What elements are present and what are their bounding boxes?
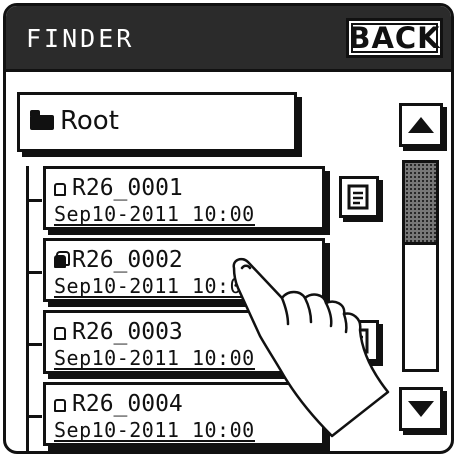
file-date: Sep10-2011 10:00 — [54, 418, 255, 442]
tree-connector-line — [26, 166, 29, 451]
root-folder-button[interactable]: Root — [17, 92, 297, 152]
root-folder-label: Root — [60, 106, 119, 136]
file-item[interactable]: R26_0002 Sep10-2011 10:00 — [43, 238, 325, 302]
file-name: R26_0003 — [54, 319, 183, 345]
title-bar: FINDER BACK — [6, 6, 451, 72]
tree-branch — [26, 415, 42, 418]
file-date: Sep10-2011 10:00 — [54, 202, 255, 226]
triangle-up-icon — [408, 117, 434, 133]
file-name: R26_0002 — [54, 247, 183, 273]
file-icon — [54, 399, 66, 412]
protected-file-icon — [54, 255, 66, 268]
file-item[interactable]: R26_0001 Sep10-2011 10:00 — [43, 166, 325, 230]
folder-icon — [30, 110, 54, 130]
scrollbar-thumb[interactable] — [405, 163, 436, 246]
tree-branch — [26, 271, 42, 274]
file-name: R26_0004 — [54, 391, 183, 417]
triangle-down-icon — [408, 401, 434, 417]
file-name: R26_0001 — [54, 175, 183, 201]
screen-title: FINDER — [26, 24, 135, 53]
finder-screen: FINDER BACK Root R26_0001 Sep10-2011 10:… — [3, 3, 454, 454]
file-info-button[interactable] — [339, 176, 379, 218]
document-icon — [347, 328, 369, 354]
scrollbar-track[interactable] — [402, 160, 439, 372]
tree-branch — [26, 343, 42, 346]
file-item[interactable]: R26_0004 Sep10-2011 10:00 — [43, 382, 325, 446]
file-icon — [54, 183, 66, 196]
file-date: Sep10-2011 10:00 — [54, 274, 255, 298]
back-button[interactable]: BACK — [346, 18, 443, 58]
document-icon — [347, 184, 369, 210]
scroll-down-button[interactable] — [399, 387, 443, 431]
file-icon — [54, 327, 66, 340]
tree-branch — [26, 199, 42, 202]
file-info-button[interactable] — [339, 320, 379, 362]
file-date: Sep10-2011 10:00 — [54, 346, 255, 370]
scroll-up-button[interactable] — [399, 103, 443, 147]
file-item[interactable]: R26_0003 Sep10-2011 10:00 — [43, 310, 325, 374]
